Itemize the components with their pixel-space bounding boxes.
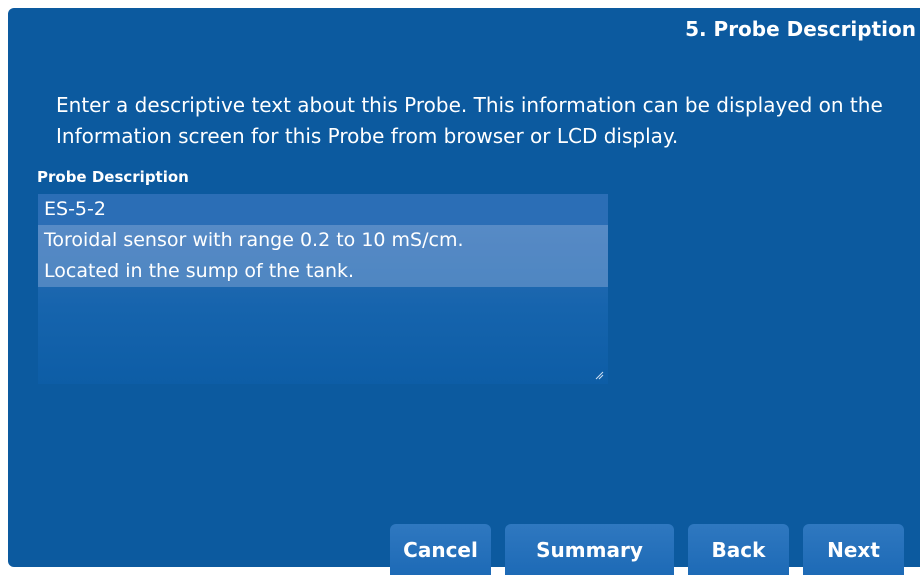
cancel-button[interactable]: Cancel (390, 524, 491, 575)
wizard-panel: 5. Probe Description Enter a descriptive… (8, 8, 920, 575)
probe-description-textarea[interactable]: ES-5-2 Toroidal sensor with range 0.2 to… (38, 194, 608, 384)
probe-description-label: Probe Description (37, 168, 189, 186)
back-button[interactable]: Back (688, 524, 789, 575)
summary-button[interactable]: Summary (505, 524, 674, 575)
textarea-line-1: ES-5-2 (38, 194, 608, 225)
textarea-line-2: Toroidal sensor with range 0.2 to 10 mS/… (38, 225, 608, 256)
step-title: 5. Probe Description (685, 17, 916, 41)
textarea-line-3: Located in the sump of the tank. (38, 256, 608, 287)
next-button[interactable]: Next (803, 524, 904, 575)
resize-handle-icon[interactable] (594, 370, 604, 380)
instructions-text: Enter a descriptive text about this Prob… (56, 93, 883, 148)
